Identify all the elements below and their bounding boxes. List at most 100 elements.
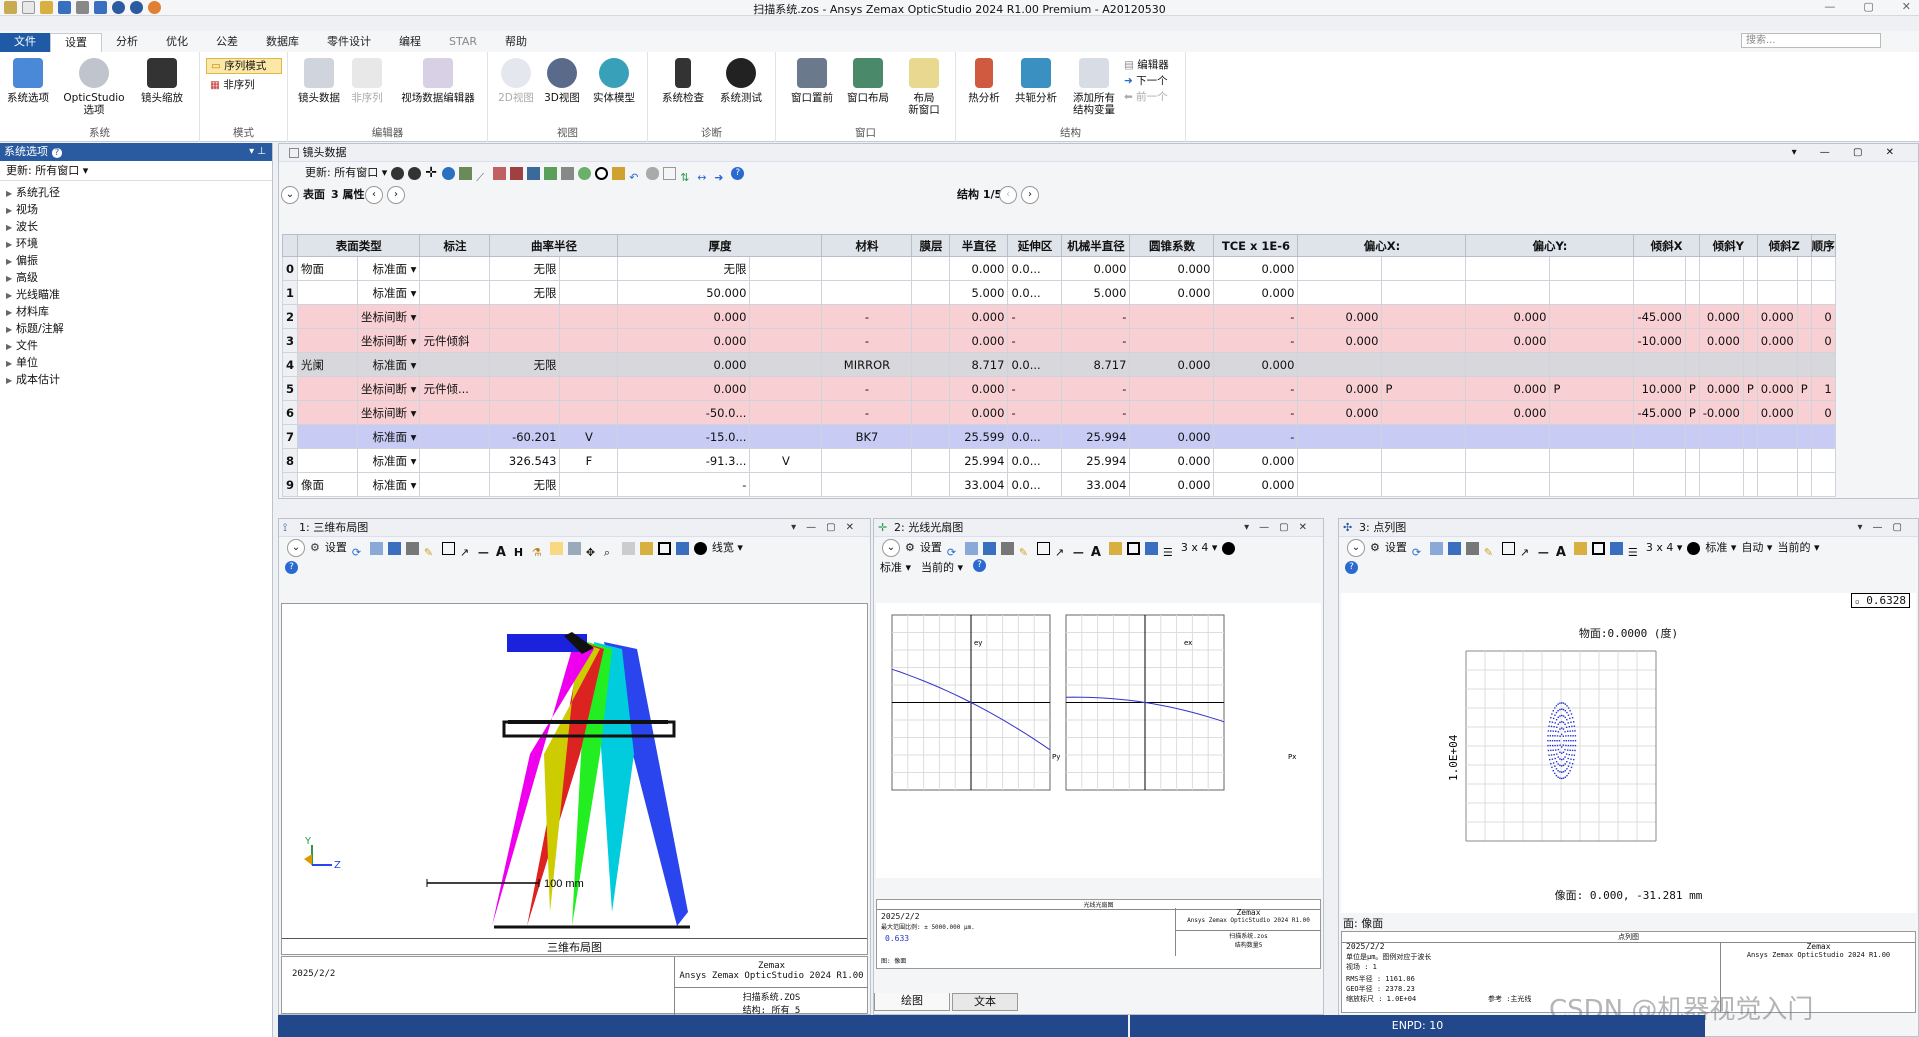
collapse-icon[interactable]: ⌄ xyxy=(882,539,900,557)
mech-semi-diameter-cell[interactable]: - xyxy=(1061,376,1131,401)
decenter-x-solve-cell[interactable] xyxy=(1381,256,1467,281)
column-header[interactable]: TCE x 1E-6 xyxy=(1213,234,1299,257)
thickness-cell[interactable]: -50.0... xyxy=(617,400,751,425)
power-icon[interactable] xyxy=(693,541,707,555)
row-number[interactable]: 4 xyxy=(281,352,299,377)
tab-file[interactable]: 文件 xyxy=(0,33,50,52)
tilt-z-solve-cell[interactable] xyxy=(1796,328,1812,353)
thickness-cell[interactable]: 50.000 xyxy=(617,280,751,305)
tilt-y-cell[interactable] xyxy=(1698,472,1744,497)
crosshair-icon[interactable]: ✛ xyxy=(425,166,438,180)
decenter-x-cell[interactable]: 0.000 xyxy=(1297,376,1383,401)
grid-toggle-icon[interactable] xyxy=(1591,541,1605,555)
thickness-cell[interactable]: 0.000 xyxy=(617,328,751,353)
tilt-y-cell[interactable] xyxy=(1698,448,1744,473)
tce-cell[interactable]: - xyxy=(1213,304,1299,329)
rotate-icon[interactable]: ⚗ xyxy=(532,542,545,559)
decenter-x-solve-cell[interactable] xyxy=(1381,280,1467,305)
tab-graph[interactable]: 绘图 xyxy=(874,993,950,1011)
decenter-y-solve-cell[interactable] xyxy=(1549,424,1635,449)
layout-canvas[interactable]: 100 mm Y Z 三维布局图 xyxy=(281,603,868,955)
tilt-x-solve-cell[interactable]: P xyxy=(1684,376,1700,401)
column-header[interactable]: 半直径 xyxy=(949,234,1009,257)
tree-item-polarization[interactable]: ▶ 偏振 xyxy=(0,252,272,269)
axes-icon[interactable] xyxy=(549,541,563,555)
dropdown-arrow-icon[interactable]: ▾ xyxy=(407,382,417,396)
arrow-tool-icon[interactable]: ↗ xyxy=(1520,542,1533,559)
new-layout-window-button[interactable]: 布局 新窗口 xyxy=(898,58,950,116)
dropdown-arrow-icon[interactable]: ▾ xyxy=(407,358,417,372)
material-cell[interactable]: - xyxy=(821,328,913,353)
maximize-icon[interactable]: ▢ xyxy=(1863,0,1873,13)
radius-solve-cell[interactable]: V xyxy=(559,424,619,449)
refresh-icon[interactable]: ⟳ xyxy=(352,542,365,559)
refresh-icon[interactable] xyxy=(391,166,405,180)
thickness-solve-cell[interactable] xyxy=(749,400,823,425)
tilt-z-solve-cell[interactable] xyxy=(1796,472,1812,497)
conjugate-analysis-button[interactable]: 共轭分析 xyxy=(1008,58,1064,104)
tilt-y-cell[interactable]: 0.000 xyxy=(1698,376,1744,401)
grid-layout-dropdown[interactable]: 3 x 4 ▾ xyxy=(1181,537,1218,559)
system-options-button[interactable]: 系统选项 xyxy=(4,58,52,104)
coating-cell[interactable] xyxy=(911,424,951,449)
help-icon[interactable]: ? xyxy=(1345,561,1358,574)
tilt-x-cell[interactable]: -10.000 xyxy=(1633,328,1686,353)
decenter-y-cell[interactable] xyxy=(1465,424,1551,449)
rectangle-icon[interactable] xyxy=(1501,541,1515,555)
table-row[interactable]: 8 标准面 ▾ 326.543 F -91.3... V 25.994 0.0... 25.99… xyxy=(281,448,1836,473)
chip-zone-cell[interactable]: 0.0... xyxy=(1007,448,1063,473)
decenter-x-cell[interactable]: 0.000 xyxy=(1297,400,1383,425)
tab-libraries[interactable]: 数据库 xyxy=(252,33,313,52)
dimension-icon[interactable]: H xyxy=(514,542,527,559)
save-icon[interactable] xyxy=(982,541,996,555)
surface-name-cell[interactable] xyxy=(297,424,359,449)
close-icon[interactable]: ✕ xyxy=(1902,0,1911,13)
window-icon[interactable] xyxy=(675,541,689,555)
decenter-x-solve-cell[interactable] xyxy=(1381,472,1467,497)
tree-item-files[interactable]: ▶ 文件 xyxy=(0,337,272,354)
thickness-solve-cell[interactable] xyxy=(749,472,823,497)
surface-type-cell[interactable]: 标准面 ▾ xyxy=(357,424,421,449)
next-surface-button[interactable]: › xyxy=(387,186,405,204)
search-input[interactable]: 搜索... xyxy=(1741,33,1881,48)
decenter-y-solve-cell[interactable] xyxy=(1549,304,1635,329)
ray-fan-canvas[interactable]: 物面:0.0000 (度) ey ex Py Px xyxy=(876,603,1321,878)
print-icon[interactable] xyxy=(405,541,419,555)
tce-cell[interactable]: 0.000 xyxy=(1213,352,1299,377)
tilt-x-solve-cell[interactable] xyxy=(1684,328,1700,353)
decenter-x-solve-cell[interactable] xyxy=(1381,400,1467,425)
row-number[interactable]: 2 xyxy=(281,304,299,329)
tilt-y-cell[interactable] xyxy=(1698,352,1744,377)
settings-button[interactable]: 设置 xyxy=(325,537,347,559)
settings-button[interactable]: 设置 xyxy=(1385,537,1407,559)
view-icon[interactable] xyxy=(567,541,581,555)
material-cell[interactable]: MIRROR xyxy=(821,352,913,377)
pencil-icon[interactable]: ✎ xyxy=(424,542,437,559)
window-layout-button[interactable]: 窗口布局 xyxy=(842,58,894,104)
ray-icon[interactable]: ⟋ xyxy=(476,167,489,184)
coating-cell[interactable] xyxy=(911,304,951,329)
radius-cell[interactable] xyxy=(489,304,561,329)
column-header[interactable]: 曲率半径 xyxy=(489,234,619,257)
comment-cell[interactable] xyxy=(419,472,491,497)
globe-icon[interactable] xyxy=(442,166,456,180)
window-icon[interactable] xyxy=(1609,541,1623,555)
decenter-y-cell[interactable] xyxy=(1465,472,1551,497)
tilt-z-solve-cell[interactable] xyxy=(1796,448,1812,473)
help-icon[interactable]: ? xyxy=(285,561,298,574)
print-icon[interactable] xyxy=(1000,541,1014,555)
ray-fan-window-controls[interactable]: ▾—▢✕ xyxy=(1244,519,1317,537)
column-header[interactable]: 倾斜Z xyxy=(1756,234,1812,257)
mech-semi-diameter-cell[interactable]: - xyxy=(1061,328,1131,353)
material-cell[interactable]: - xyxy=(821,376,913,401)
row-number[interactable]: 9 xyxy=(281,472,299,497)
semi-diameter-cell[interactable]: 0.000 xyxy=(949,328,1009,353)
tce-cell[interactable]: 0.000 xyxy=(1213,280,1299,305)
decenter-y-solve-cell[interactable] xyxy=(1549,352,1635,377)
tree-item-cost-estimator[interactable]: ▶ 成本估计 xyxy=(0,371,272,388)
decenter-x-cell[interactable]: 0.000 xyxy=(1297,304,1383,329)
update-dropdown[interactable]: 更新: 所有窗口 ▾ xyxy=(305,162,387,184)
column-header[interactable]: 偏心X: xyxy=(1297,234,1467,257)
tce-cell[interactable]: 0.000 xyxy=(1213,472,1299,497)
tab-text[interactable]: 文本 xyxy=(952,993,1018,1011)
